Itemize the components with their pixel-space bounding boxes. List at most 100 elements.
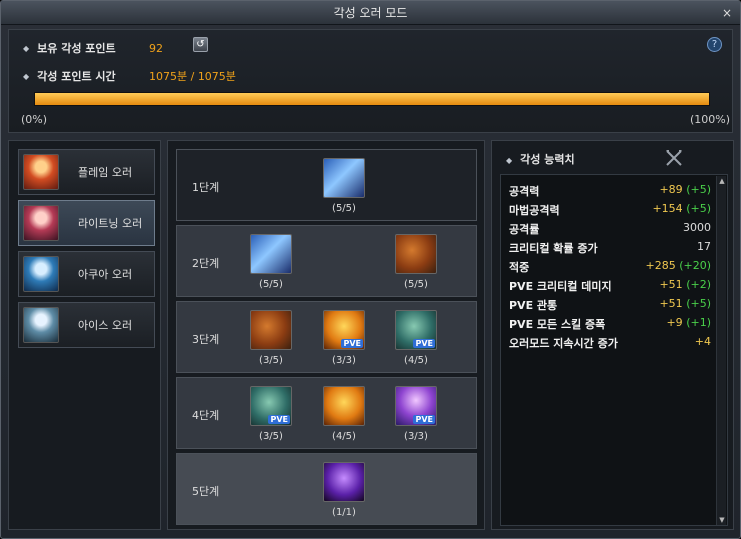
crossed-swords-icon [666, 150, 682, 166]
close-button[interactable]: × [722, 1, 732, 25]
skill-count: (3/5) [259, 431, 283, 442]
aura-label-lightning: 라이트닝 오러 [78, 217, 143, 230]
ice-aura-icon [23, 307, 59, 343]
stats-panel: ◆ 각성 능력치 공격력 +89 (+5) 마법공격력 +154 (+5) 공격률… [491, 140, 734, 530]
stage3-skill-3[interactable]: PVE (4/5) [395, 310, 437, 366]
pve-badge: PVE [413, 339, 435, 348]
points-panel: ◆ 보유 각성 포인트 92 ↺ ◆ 각성 포인트 시간 1075분 / 107… [8, 29, 733, 133]
stat-name: 적중 [509, 261, 530, 274]
stat-bonus-value: (+5) [686, 183, 711, 196]
pve-badge: PVE [268, 415, 290, 424]
stat-bonus-value: (+2) [686, 278, 711, 291]
warrior-icon: PVE [395, 310, 437, 350]
scroll-up-icon[interactable]: ▲ [717, 176, 727, 186]
stats-scrollbar[interactable]: ▲ ▼ [716, 176, 726, 525]
aura-label-aqua: 아쿠아 오러 [78, 268, 133, 281]
crossed-blades-icon [323, 158, 365, 198]
flaming-fist-icon: PVE [323, 310, 365, 350]
stage3-skill-1[interactable]: (3/5) [250, 310, 292, 366]
aura-list-panel: 플레임 오러 라이트닝 오러 아쿠아 오러 아이스 오러 [8, 140, 161, 530]
stat-main-value: +51 [659, 278, 683, 291]
aura-item-flame[interactable]: 플레임 오러 [18, 149, 155, 195]
skill-count: (5/5) [404, 279, 428, 290]
scroll-down-icon[interactable]: ▼ [717, 515, 727, 525]
owned-points-label: 보유 각성 포인트 [37, 42, 116, 55]
stat-row: 공격력 +89 (+5) [509, 183, 711, 201]
skill-count: (1/1) [332, 507, 356, 518]
point-time-row: ◆ 각성 포인트 시간 1075분 / 1075분 [23, 68, 236, 84]
stat-bonus-value: (+5) [686, 297, 711, 310]
awakening-aura-window: 각성 오러 모드 × ◆ 보유 각성 포인트 92 ↺ ◆ 각성 포인트 시간 … [0, 0, 741, 539]
aura-item-lightning[interactable]: 라이트닝 오러 [18, 200, 155, 246]
stat-bonus-value: (+5) [686, 202, 711, 215]
stat-main-value: +51 [659, 297, 683, 310]
stat-value: +51 (+2) [659, 278, 711, 291]
stat-main-value: +9 [666, 316, 683, 329]
bullet-icon: ◆ [23, 71, 30, 81]
progress-fill [35, 93, 709, 105]
stat-main-value: 3000 [683, 221, 711, 234]
stat-value: +9 (+1) [666, 316, 711, 329]
lightning-spirit-icon: PVE [395, 386, 437, 426]
stats-title-text: 각성 능력치 [520, 153, 575, 166]
stage5-skill-1[interactable]: (1/1) [323, 462, 365, 518]
skill-count: (4/5) [332, 431, 356, 442]
stage-label: 3단계 [192, 333, 220, 346]
stat-row: PVE 관통 +51 (+5) [509, 297, 711, 315]
stage-2: 2단계 (5/5) (5/5) [176, 225, 477, 297]
shield-sword-icon [395, 234, 437, 274]
stat-bonus-value: (+1) [686, 316, 711, 329]
stat-name: 공격률 [509, 223, 540, 236]
stat-main-value: +154 [652, 202, 683, 215]
stat-row: 오러모드 지속시간 증가 +4 [509, 335, 711, 353]
shadow-figure-icon [323, 462, 365, 502]
point-time-label: 각성 포인트 시간 [37, 70, 116, 83]
stat-name: 마법공격력 [509, 204, 560, 217]
stat-main-value: +4 [694, 335, 711, 348]
pve-badge: PVE [413, 415, 435, 424]
stat-value: +89 (+5) [659, 183, 711, 196]
warrior-icon: PVE [250, 386, 292, 426]
skill-count: (3/3) [332, 355, 356, 366]
stage-1: 1단계 (5/5) [176, 149, 477, 221]
stage4-skill-2[interactable]: (4/5) [323, 386, 365, 442]
stat-name: 오러모드 지속시간 증가 [509, 337, 618, 350]
pve-badge: PVE [341, 339, 363, 348]
stat-value: 3000 [683, 221, 711, 234]
stat-value: +154 (+5) [652, 202, 711, 215]
stat-value: +51 (+5) [659, 297, 711, 310]
stats-list[interactable]: 공격력 +89 (+5) 마법공격력 +154 (+5) 공격률 3000 크리… [500, 174, 728, 526]
skill-count: (5/5) [259, 279, 283, 290]
stage3-skill-2[interactable]: PVE (3/3) [323, 310, 365, 366]
aura-item-aqua[interactable]: 아쿠아 오러 [18, 251, 155, 297]
flame-aura-icon [23, 154, 59, 190]
aura-item-ice[interactable]: 아이스 오러 [18, 302, 155, 348]
stage4-skill-1[interactable]: PVE (3/5) [250, 386, 292, 442]
stage2-skill-2[interactable]: (5/5) [395, 234, 437, 290]
stage2-skill-1[interactable]: (5/5) [250, 234, 292, 290]
crossed-blades-icon [250, 234, 292, 274]
stat-row: PVE 모든 스킬 증폭 +9 (+1) [509, 316, 711, 334]
stat-value: 17 [697, 240, 711, 253]
window-titlebar[interactable]: 각성 오러 모드 × [1, 1, 740, 25]
owned-points-value: 92 [149, 41, 163, 55]
stage-3: 3단계 (3/5) PVE (3/3) PVE (4/5) [176, 301, 477, 373]
bullet-icon: ◆ [23, 43, 30, 53]
stat-row: 마법공격력 +154 (+5) [509, 202, 711, 220]
help-icon[interactable]: ? [707, 37, 722, 52]
stat-name: PVE 모든 스킬 증폭 [509, 318, 606, 331]
stage1-skill-1[interactable]: (5/5) [323, 158, 365, 214]
skill-count: (5/5) [332, 203, 356, 214]
stage-5: 5단계 (1/1) [176, 453, 477, 525]
window-title: 각성 오러 모드 [333, 6, 408, 20]
shield-sword-icon [250, 310, 292, 350]
stat-main-value: +89 [659, 183, 683, 196]
stage4-skill-3[interactable]: PVE (3/3) [395, 386, 437, 442]
refresh-icon[interactable]: ↺ [193, 37, 208, 52]
lightning-aura-icon [23, 205, 59, 241]
stat-name: 크리티컬 확률 증가 [509, 242, 598, 255]
stat-value: +4 [695, 335, 711, 348]
progress-min-label: (0%) [21, 113, 48, 126]
stat-value: +285 (+20) [645, 259, 711, 272]
stage-label: 1단계 [192, 181, 220, 194]
